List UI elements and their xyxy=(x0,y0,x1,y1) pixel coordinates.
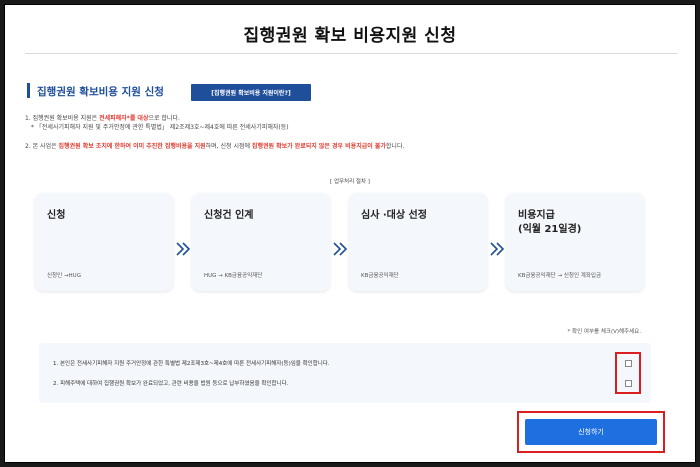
double-chevron-right-icon xyxy=(490,242,505,256)
note-1-suffix: 으로 합니다. xyxy=(148,115,180,122)
step-title: 심사 ·대상 선정 xyxy=(361,210,427,221)
note-1-sub: * 「전세사기피해자 지원 및 주거안정에 관한 특별법」 제2조제3호~제4호… xyxy=(31,124,289,131)
note-2-prefix: 2. 본 사업은 xyxy=(25,143,59,150)
step-subtitle: HUG → KB금융공익재단 xyxy=(204,273,263,279)
confirm-item-1-text: 1. 본인은 전세사기피해자 지원 주거안정에 관한 특별법 제2조제3호~제4… xyxy=(53,361,330,367)
confirm-checkbox-2[interactable] xyxy=(625,380,632,387)
section-title: 집행권원 확보비용 지원 신청 xyxy=(37,86,164,98)
note-2: 2. 본 사업은 집행권원 확보 조치에 한하여 이미 추진한 집행비용을 지원… xyxy=(25,141,404,150)
note-2-mid: 하며, 신청 시점에 xyxy=(205,143,252,150)
checkbox-highlight xyxy=(615,352,641,394)
note-1: 1. 집행권원 확보비용 지원은 전세피해자*를 대상으로 합니다. xyxy=(25,113,180,122)
note-2-highlight-1: 집행권원 확보 조치에 한하여 이미 추진한 집행비용을 지원 xyxy=(58,143,206,150)
page-title: 집행권원 확보 비용지원 신청 xyxy=(243,26,457,46)
note-1-highlight: 전세피해자*를 대상 xyxy=(99,115,149,122)
step-title: 신청 xyxy=(47,210,66,221)
double-chevron-right-icon xyxy=(176,242,191,256)
step-review: 심사 ·대상 선정 KB금융공익재단 xyxy=(349,193,487,291)
step-title: 신청건 인계 xyxy=(204,210,254,221)
confirm-item-2-text: 2. 피해주택에 대하여 집행권원 확보가 완료되었고, 관련 비용을 법원 등… xyxy=(53,381,289,387)
step-apply: 신청 신청인 →HUG xyxy=(35,193,173,291)
step-handover: 신청건 인계 HUG → KB금융공익재단 xyxy=(192,193,330,291)
step-title: 비용지급 (익월 21일경) xyxy=(518,210,582,235)
confirm-note: * 확인 여부를 체크(V)해주세요. xyxy=(567,329,641,335)
note-2-suffix: 합니다. xyxy=(385,143,405,150)
title-divider xyxy=(25,53,677,54)
info-button[interactable]: [집행권원 확보비용 지원이란?] xyxy=(191,84,311,101)
submit-button[interactable]: 신청하기 xyxy=(525,419,657,445)
section-accent-bar xyxy=(27,83,30,98)
note-2-highlight-2: 집행권원 확보가 완료되지 않은 경우 비용지급이 불가 xyxy=(251,143,386,150)
double-chevron-right-icon xyxy=(333,242,348,256)
note-1-prefix: 1. 집행권원 확보비용 지원은 xyxy=(25,115,100,122)
submit-highlight: 신청하기 xyxy=(517,411,665,453)
step-subtitle: KB금융공익재단 → 신청인 계좌입금 xyxy=(518,273,602,279)
process-label: [ 업무처리 절차 ] xyxy=(330,179,370,185)
page-frame: 집행권원 확보 비용지원 신청 집행권원 확보비용 지원 신청 [집행권원 확보… xyxy=(4,4,696,463)
step-subtitle: KB금융공익재단 xyxy=(361,273,399,279)
confirm-box: 1. 본인은 전세사기피해자 지원 주거안정에 관한 특별법 제2조제3호~제4… xyxy=(39,343,651,403)
step-payment: 비용지급 (익월 21일경) KB금융공익재단 → 신청인 계좌입금 xyxy=(506,193,644,291)
step-subtitle: 신청인 →HUG xyxy=(47,273,81,279)
confirm-checkbox-1[interactable] xyxy=(625,360,632,367)
